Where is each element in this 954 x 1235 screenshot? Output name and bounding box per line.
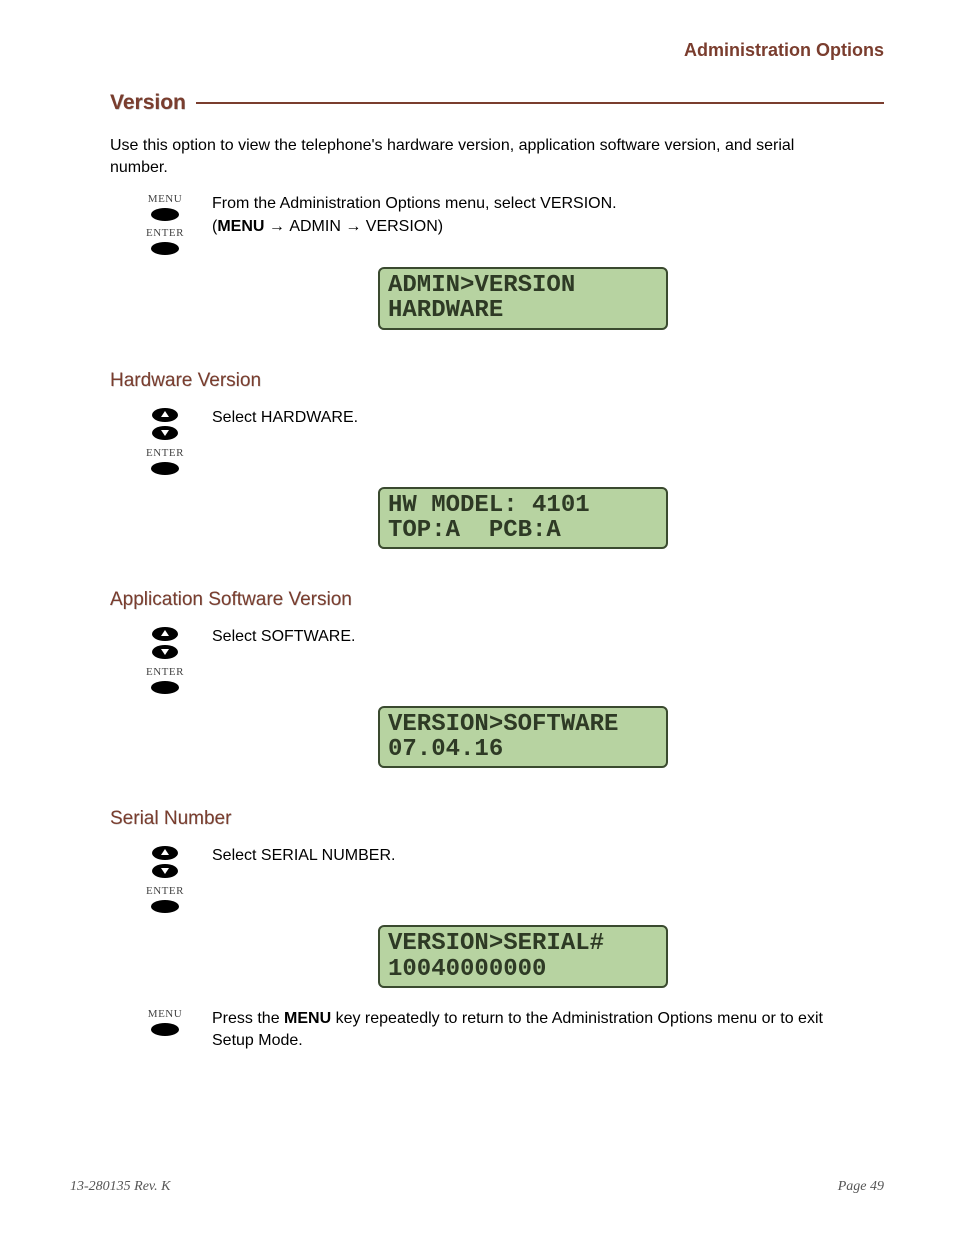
- section-title-text: Version: [110, 91, 186, 115]
- lcd-version-line1: ADMIN>VERSION: [388, 272, 575, 299]
- up-arrow-icon: [152, 846, 178, 860]
- path-version: VERSION: [366, 218, 438, 235]
- exit-text-bold: MENU: [284, 1010, 331, 1027]
- lcd-hardware-line1: HW MODEL: 4101: [388, 492, 590, 519]
- enter-key-icon: [151, 242, 179, 255]
- page-header: Administration Options: [70, 40, 884, 61]
- key-icons-menu-enter: MENU ENTER: [140, 193, 190, 259]
- enter-key-label-sw: ENTER: [146, 666, 184, 678]
- lcd-serial: VERSION>SERIAL# 10040000000: [378, 925, 668, 987]
- menu-key-label-exit: MENU: [148, 1008, 182, 1020]
- lcd-version: ADMIN>VERSION HARDWARE: [378, 267, 668, 329]
- hardware-title: Hardware Version: [110, 370, 884, 392]
- enter-key-icon-sw: [151, 681, 179, 694]
- section-title-rule: [196, 102, 884, 104]
- section-title: Version: [110, 91, 884, 115]
- key-icons-arrows-enter-sn: ENTER: [140, 845, 190, 917]
- enter-key-icon-sn: [151, 900, 179, 913]
- lcd-serial-line1: VERSION>SERIAL#: [388, 930, 604, 957]
- exit-text: Press the MENU key repeatedly to return …: [190, 1008, 844, 1053]
- down-arrow-icon: [152, 426, 178, 440]
- lcd-hardware-line2: TOP:A PCB:A: [388, 517, 561, 544]
- enter-key-label: ENTER: [146, 227, 184, 239]
- step-version-text: From the Administration Options menu, se…: [190, 193, 844, 238]
- key-icons-arrows-enter-sw: ENTER: [140, 626, 190, 698]
- serial-title: Serial Number: [110, 808, 884, 830]
- lcd-software-line1: VERSION>SOFTWARE: [388, 711, 618, 738]
- path-admin: ADMIN: [289, 218, 341, 235]
- down-arrow-icon: [152, 864, 178, 878]
- path-sep-1: →: [264, 218, 289, 235]
- hardware-step-text: Select HARDWARE.: [190, 407, 844, 429]
- up-arrow-icon: [152, 408, 178, 422]
- menu-key-icon-exit: [151, 1023, 179, 1036]
- footer-left: 13-280135 Rev. K: [70, 1179, 170, 1195]
- lcd-software: VERSION>SOFTWARE 07.04.16: [378, 706, 668, 768]
- up-arrow-icon: [152, 627, 178, 641]
- menu-key-icon: [151, 208, 179, 221]
- software-step-text: Select SOFTWARE.: [190, 626, 844, 648]
- enter-key-label-sn: ENTER: [146, 885, 184, 897]
- path-menu: MENU: [217, 218, 264, 235]
- lcd-serial-line2: 10040000000: [388, 956, 546, 983]
- software-title: Application Software Version: [110, 589, 884, 611]
- serial-step-text: Select SERIAL NUMBER.: [190, 845, 844, 867]
- lcd-hardware: HW MODEL: 4101 TOP:A PCB:A: [378, 487, 668, 549]
- enter-key-label-hw: ENTER: [146, 447, 184, 459]
- lcd-version-line2: HARDWARE: [388, 297, 503, 324]
- lcd-software-line2: 07.04.16: [388, 736, 503, 763]
- intro-text: Use this option to view the telephone's …: [110, 135, 844, 178]
- footer-right: Page 49: [838, 1179, 884, 1195]
- down-arrow-icon: [152, 645, 178, 659]
- page-footer: 13-280135 Rev. K Page 49: [70, 1179, 884, 1195]
- key-icons-arrows-enter-hw: ENTER: [140, 407, 190, 479]
- menu-key-label: MENU: [148, 193, 182, 205]
- enter-key-icon-hw: [151, 462, 179, 475]
- path-suffix: ): [438, 218, 443, 235]
- exit-text-before: Press the: [212, 1010, 284, 1027]
- step-version-line1: From the Administration Options menu, se…: [212, 195, 617, 212]
- path-sep-2: →: [341, 218, 366, 235]
- key-icons-menu-exit: MENU: [140, 1008, 190, 1040]
